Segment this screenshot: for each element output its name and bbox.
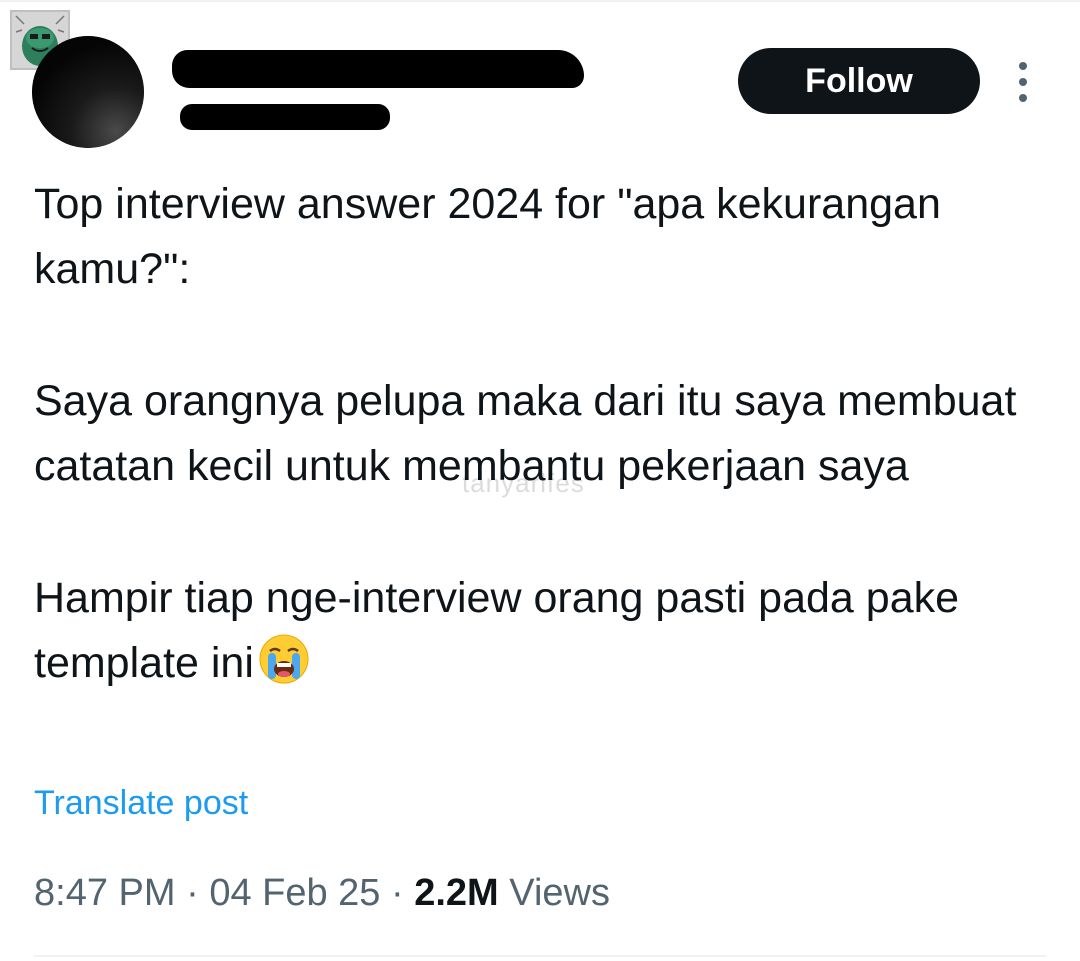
meta-separator: · bbox=[186, 872, 199, 914]
meta-separator: · bbox=[391, 872, 404, 914]
more-dot bbox=[1019, 94, 1027, 102]
tweet-paragraph-3: Hampir tiap nge-interview orang pasti pa… bbox=[34, 566, 1054, 704]
tweet-paragraph-1: Top interview answer 2024 for "apa kekur… bbox=[34, 180, 941, 293]
loudly-crying-face-icon bbox=[258, 633, 310, 704]
more-options-icon[interactable] bbox=[1008, 62, 1038, 102]
tweet-text: Top interview answer 2024 for "apa kekur… bbox=[34, 172, 1054, 704]
views-label: Views bbox=[509, 872, 610, 914]
more-dot bbox=[1019, 62, 1027, 70]
tweet-paragraph-3-text: Hampir tiap nge-interview orang pasti pa… bbox=[34, 574, 960, 687]
translate-post-link[interactable]: Translate post bbox=[34, 784, 248, 823]
follow-button-label: Follow bbox=[805, 61, 913, 100]
bottom-divider bbox=[34, 955, 1046, 957]
avatar-image bbox=[32, 36, 144, 148]
follow-button[interactable]: Follow bbox=[738, 48, 980, 114]
tweet-time[interactable]: 8:47 PM bbox=[34, 872, 176, 914]
more-dot bbox=[1019, 78, 1027, 86]
display-name-redacted bbox=[172, 50, 584, 88]
views-count: 2.2M bbox=[414, 872, 499, 914]
username-redacted bbox=[180, 104, 390, 130]
top-divider bbox=[0, 0, 1080, 2]
avatar[interactable] bbox=[32, 36, 144, 148]
tweet-date[interactable]: 04 Feb 25 bbox=[209, 872, 380, 914]
tweet-meta: 8:47 PM · 04 Feb 25 · 2.2M Views bbox=[34, 872, 610, 915]
watermark: tanyarlfes bbox=[462, 468, 585, 498]
